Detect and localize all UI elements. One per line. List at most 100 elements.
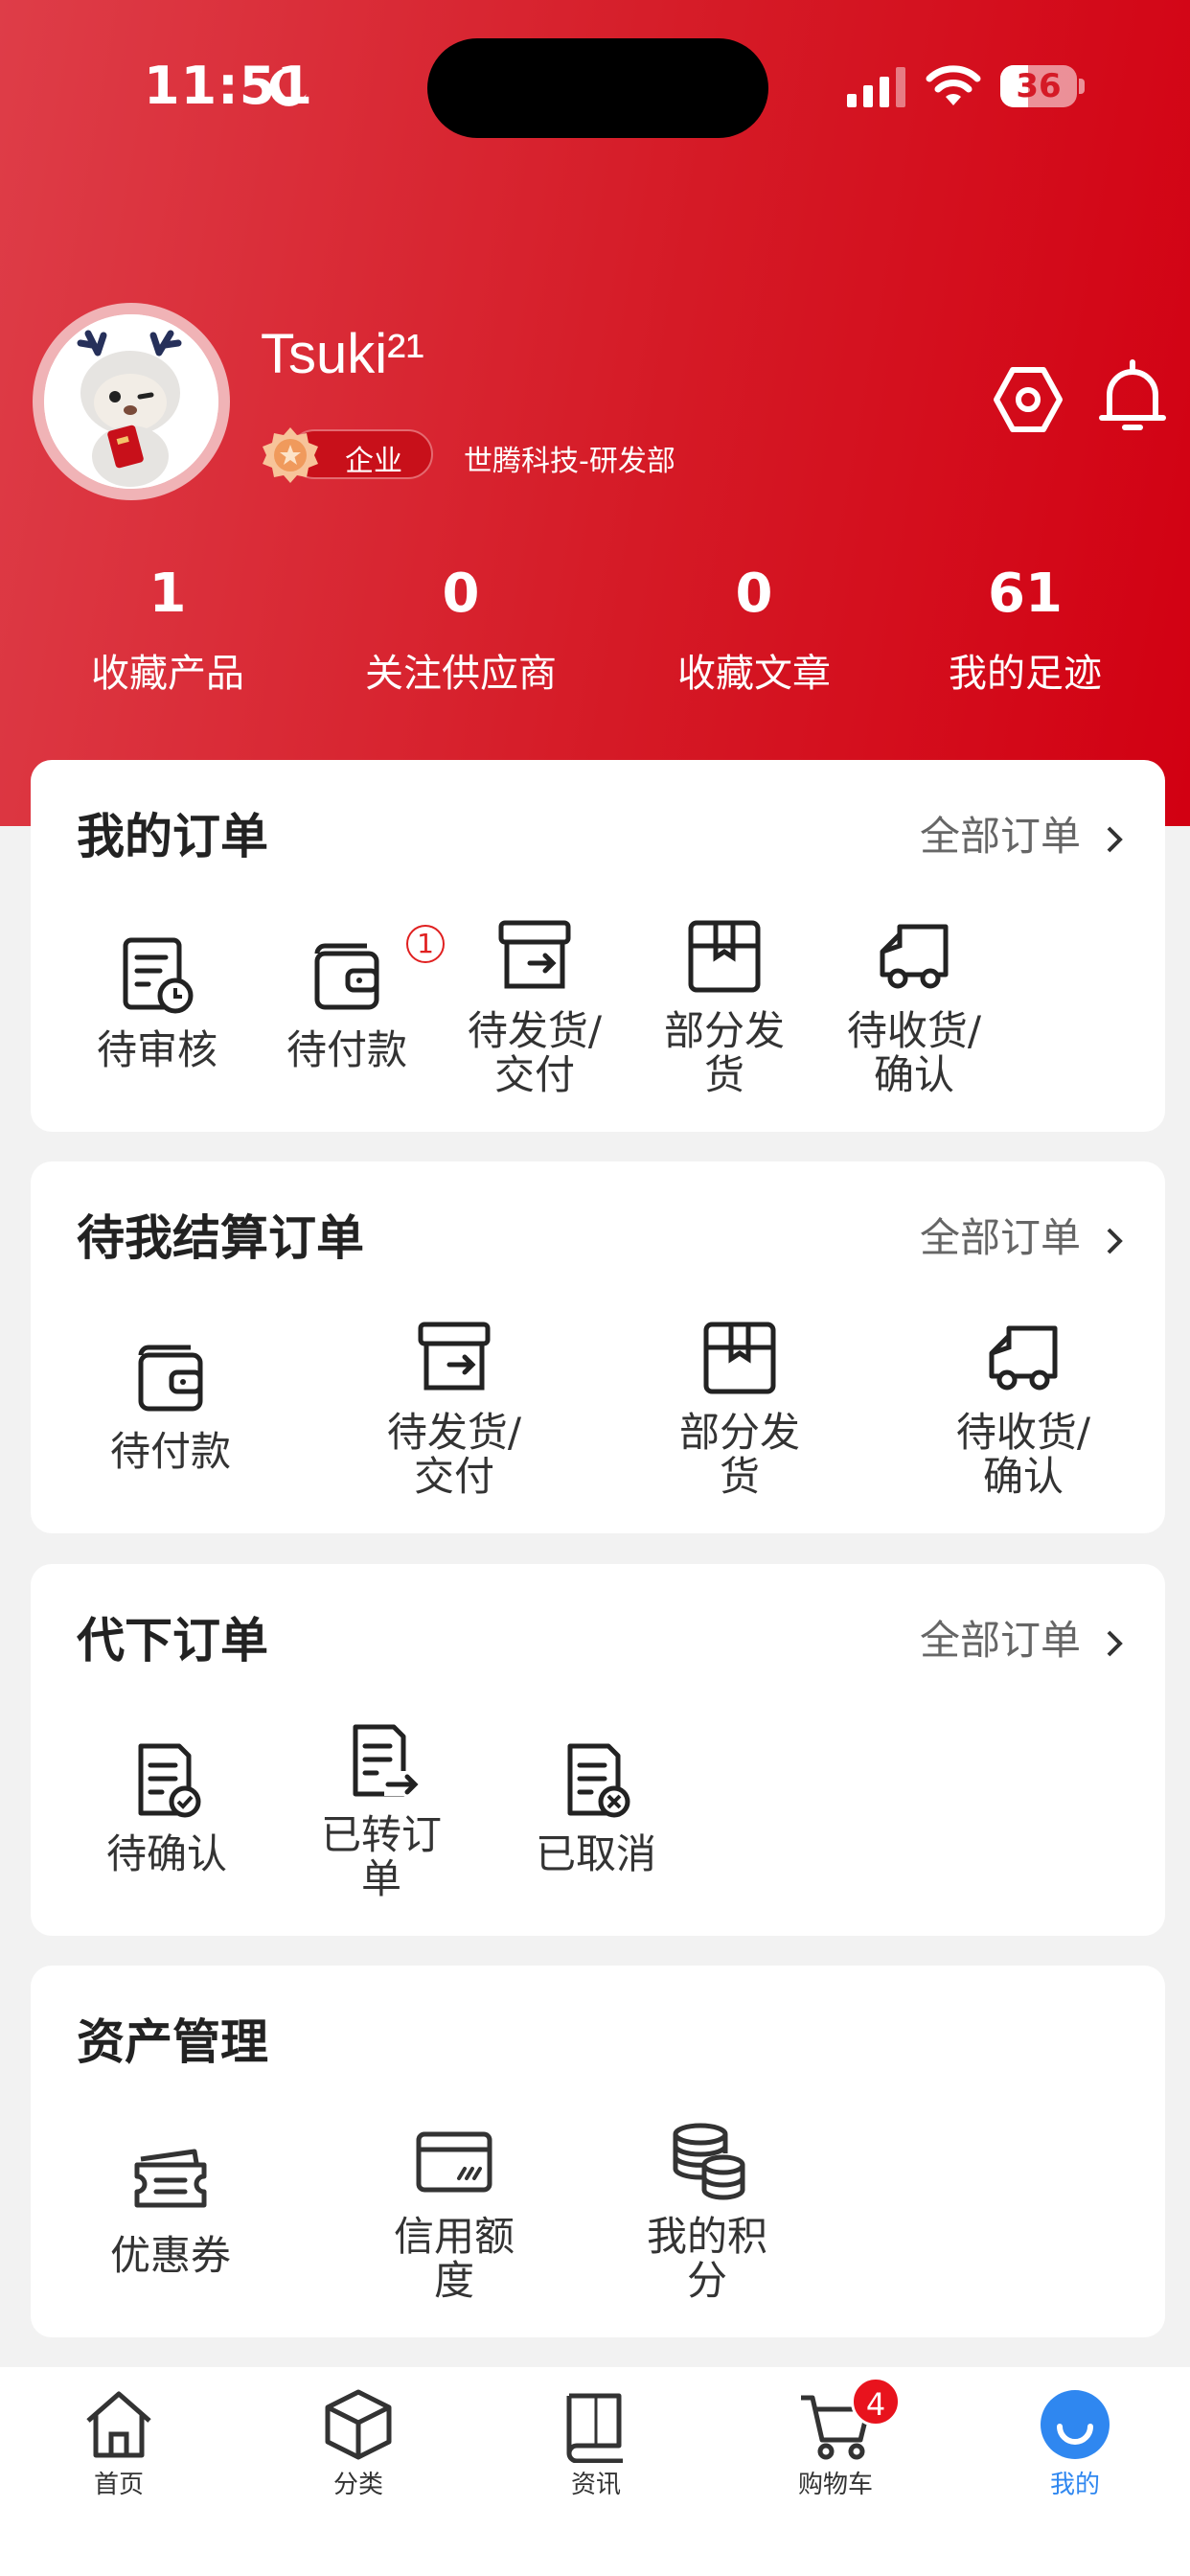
proxy-converted[interactable]: 已转订单 [286,1717,477,1901]
stat-label: 收藏文章 [677,652,831,696]
tab-home[interactable]: 首页 [33,2386,205,2500]
stats-row: 1 收藏产品 0 关注供应商 0 收藏文章 61 我的足迹 [0,556,1190,709]
home-icon [86,2391,151,2458]
tab-label: 资讯 [570,2471,621,2499]
truck-icon [880,924,949,989]
item-label: 待收货/确认 [846,1007,982,1098]
item-label: 待付款 [286,1026,407,1073]
tab-category[interactable]: 分类 [272,2386,445,2500]
stat-value: 0 [735,563,773,625]
item-label: 待付款 [109,1428,231,1475]
chevron-right-icon [1107,1228,1123,1254]
item-label: 优惠券 [109,2232,231,2279]
settle-pending-payment[interactable]: 待付款 [75,1334,266,1474]
stat-footprints[interactable]: 61 我的足迹 [891,556,1159,698]
package-icon [703,1322,776,1394]
all-orders-label: 全部订单 [919,1617,1081,1664]
doc-cancel-icon [567,1743,630,1818]
card-title: 资产管理 [77,2014,268,2070]
proxy-pending-confirm[interactable]: 待确认 [71,1736,263,1876]
truck-icon [989,1325,1058,1391]
tab-label: 我的 [1049,2471,1100,2499]
stat-followed-suppliers[interactable]: 0 关注供应商 [327,556,595,698]
order-pending-payment[interactable]: 待付款 1 [251,925,445,1073]
tab-cart[interactable]: 购物车 4 [749,2377,922,2500]
credit-card-icon [416,2131,492,2193]
coins-icon [673,2123,745,2200]
item-label: 部分发货 [663,1007,785,1098]
settle-partial-shipment[interactable]: 部分发货 [644,1315,835,1499]
dynamic-island [427,38,768,138]
item-label: 部分发货 [678,1409,800,1500]
proxy-cancelled[interactable]: 已取消 [500,1736,692,1876]
chevron-right-icon [1107,826,1123,852]
item-label: 已转订单 [320,1811,442,1902]
tab-label: 首页 [93,2471,144,2499]
tab-label: 购物车 [797,2471,873,2499]
item-label: 待发货/交付 [467,1007,603,1098]
order-partial-shipment[interactable]: 部分发货 [629,913,820,1097]
status-bar: 11:51 36 [0,0,1190,172]
asset-management-card: 资产管理 优惠券 信用额度 我的积分 [31,1966,1165,2337]
wallet-icon [138,1345,203,1412]
tab-label: 分类 [332,2471,383,2499]
tab-mine[interactable]: 我的 [989,2386,1161,2500]
stat-value: 0 [442,563,480,625]
stat-label: 关注供应商 [365,652,557,696]
order-pending-shipment[interactable]: 待发货/交付 [439,913,630,1097]
doc-check-icon [138,1743,201,1818]
all-orders-link[interactable]: 全部订单 [920,1206,1123,1264]
doc-clock-icon [123,937,194,1014]
moon-icon [269,67,307,106]
asset-credit-limit[interactable]: 信用额度 [358,2119,550,2303]
settings-icon[interactable] [993,364,1064,435]
settle-orders-card: 待我结算订单 全部订单 待付款 待发货/交付 部分发货 待收货/ 确认 [31,1162,1165,1533]
settle-pending-shipment[interactable]: 待发货/交付 [358,1315,550,1499]
chevron-right-icon [1107,1630,1123,1656]
wallet-icon [314,943,379,1010]
stat-label: 收藏产品 [91,652,244,696]
all-orders-label: 全部订单 [919,1214,1081,1261]
mascot-avatar-image [44,314,218,489]
enterprise-badge: 企业 [261,426,435,483]
item-label: 待确认 [105,1830,227,1877]
avatar[interactable] [33,303,230,500]
cart-count-badge: 4 [851,2377,901,2426]
smile-icon [1041,2390,1110,2459]
medal-star-icon [263,427,318,483]
coupon-icon [134,2149,207,2208]
badge-label: 企业 [345,445,402,478]
box-arrow-icon [418,1322,491,1391]
all-orders-link[interactable]: 全部订单 [920,804,1123,862]
wifi-icon [926,65,981,105]
item-label: 待审核 [96,1026,217,1073]
all-orders-label: 全部订单 [919,813,1081,860]
battery-level: 36 [1016,67,1062,105]
settle-pending-receipt[interactable]: 待收货/确认 [927,1315,1119,1499]
item-label: 已取消 [535,1830,656,1877]
tab-news[interactable]: 资讯 [510,2386,682,2500]
item-label: 信用额度 [393,2213,515,2304]
stat-value: 1 [149,563,187,625]
stat-label: 我的足迹 [949,652,1102,696]
box-arrow-icon [498,920,571,989]
my-orders-card: 我的订单 全部订单 待审核 待付款 1 待发货/交付 部分发 货 待收货/ 确认 [31,760,1165,1132]
asset-points[interactable]: 我的积分 [611,2119,803,2303]
bell-icon[interactable] [1098,358,1167,435]
doc-arrow-icon [353,1724,419,1797]
package-icon [688,920,761,993]
asset-coupons[interactable]: 优惠券 [75,2138,266,2278]
item-label: 我的积分 [646,2213,767,2304]
item-label: 待收货/确认 [955,1409,1091,1500]
proxy-orders-card: 代下订单 全部订单 待确认 已转订单 已取消 [31,1564,1165,1936]
order-pending-review[interactable]: 待审核 [61,932,253,1072]
company-name: 世腾科技-研发部 [464,445,675,478]
order-pending-receipt[interactable]: 待收货/确认 [818,913,1010,1097]
stat-favorite-products[interactable]: 1 收藏产品 [34,556,302,698]
stat-value: 61 [988,563,1063,625]
cube-icon [325,2389,392,2460]
username: Tsuki²¹ [261,323,424,385]
all-orders-link[interactable]: 全部订单 [920,1608,1123,1667]
stat-favorite-articles[interactable]: 0 收藏文章 [620,556,888,698]
card-title: 我的订单 [77,809,268,864]
